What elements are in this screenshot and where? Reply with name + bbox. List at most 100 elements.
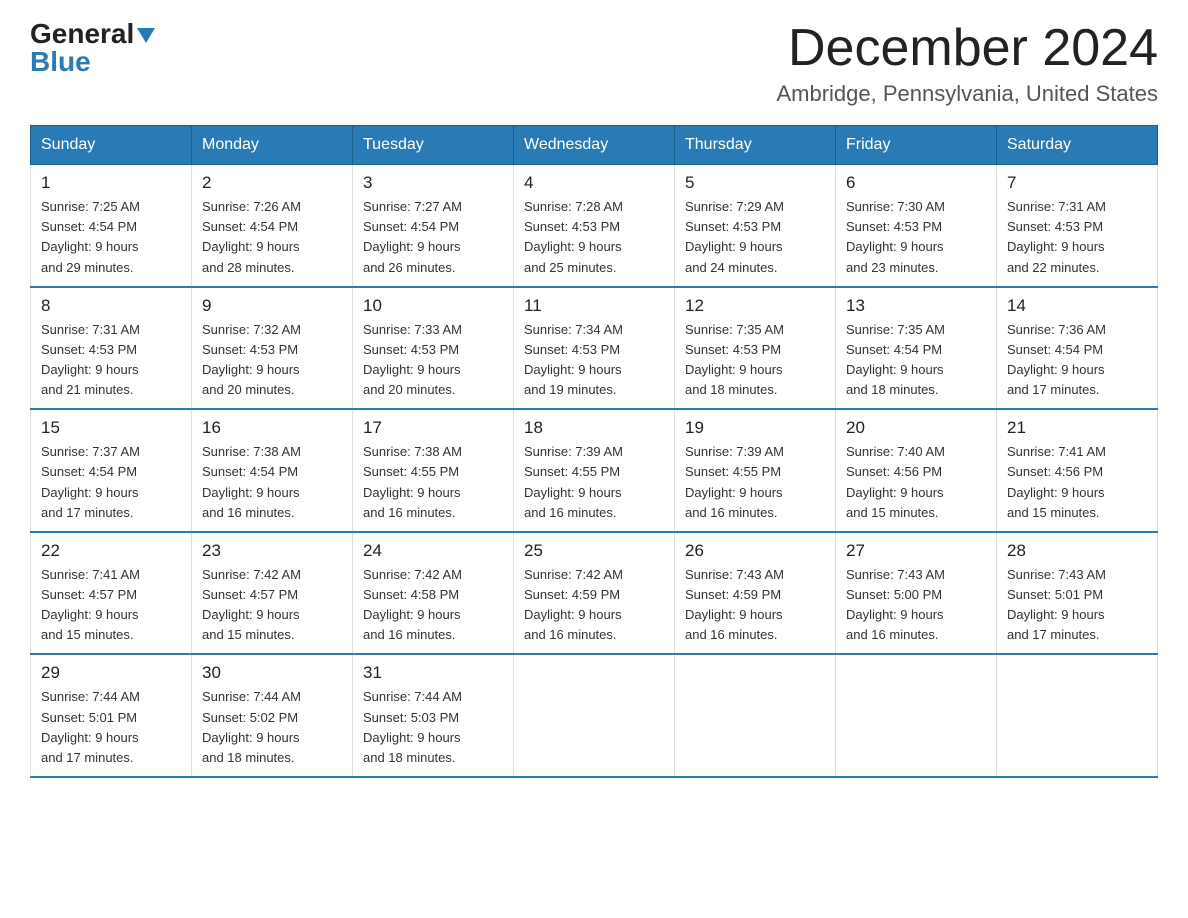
calendar-cell: 5Sunrise: 7:29 AMSunset: 4:53 PMDaylight… xyxy=(675,165,836,287)
location-title: Ambridge, Pennsylvania, United States xyxy=(776,81,1158,107)
calendar-cell: 3Sunrise: 7:27 AMSunset: 4:54 PMDaylight… xyxy=(353,165,514,287)
day-number: 2 xyxy=(202,173,342,193)
day-number: 16 xyxy=(202,418,342,438)
day-number: 11 xyxy=(524,296,664,316)
day-info: Sunrise: 7:43 AMSunset: 5:00 PMDaylight:… xyxy=(846,565,986,646)
header-day-thursday: Thursday xyxy=(675,126,836,165)
day-number: 24 xyxy=(363,541,503,561)
day-info: Sunrise: 7:30 AMSunset: 4:53 PMDaylight:… xyxy=(846,197,986,278)
day-info: Sunrise: 7:35 AMSunset: 4:54 PMDaylight:… xyxy=(846,320,986,401)
header-day-sunday: Sunday xyxy=(31,126,192,165)
calendar-cell: 16 Sunrise: 7:38 AMSunset: 4:54 PMDayligh… xyxy=(192,409,353,532)
week-row-2: 8 Sunrise: 7:31 AMSunset: 4:53 PMDaylight… xyxy=(31,287,1158,410)
day-number: 23 xyxy=(202,541,342,561)
day-number: 29 xyxy=(41,663,181,683)
month-title: December 2024 xyxy=(776,20,1158,77)
day-info: Sunrise: 7:44 AMSunset: 5:03 PMDaylight:… xyxy=(363,687,503,768)
calendar-cell: 21 Sunrise: 7:41 AMSunset: 4:56 PMDayligh… xyxy=(997,409,1158,532)
logo-blue: Blue xyxy=(30,48,155,76)
calendar-cell: 19 Sunrise: 7:39 AMSunset: 4:55 PMDayligh… xyxy=(675,409,836,532)
header-row: SundayMondayTuesdayWednesdayThursdayFrid… xyxy=(31,126,1158,165)
calendar-cell: 18 Sunrise: 7:39 AMSunset: 4:55 PMDayligh… xyxy=(514,409,675,532)
calendar-cell: 13 Sunrise: 7:35 AMSunset: 4:54 PMDayligh… xyxy=(836,287,997,410)
day-number: 17 xyxy=(363,418,503,438)
calendar-cell: 4 Sunrise: 7:28 AMSunset: 4:53 PMDaylight… xyxy=(514,165,675,287)
header-day-friday: Friday xyxy=(836,126,997,165)
day-info: Sunrise: 7:29 AMSunset: 4:53 PMDaylight:… xyxy=(685,197,825,278)
calendar-header: SundayMondayTuesdayWednesdayThursdayFrid… xyxy=(31,126,1158,165)
day-number: 12 xyxy=(685,296,825,316)
calendar-cell: 17 Sunrise: 7:38 AMSunset: 4:55 PMDayligh… xyxy=(353,409,514,532)
day-number: 28 xyxy=(1007,541,1147,561)
day-info: Sunrise: 7:31 AMSunset: 4:53 PMDaylight:… xyxy=(41,320,181,401)
logo-general: General xyxy=(30,20,134,48)
day-info: Sunrise: 7:31 AMSunset: 4:53 PMDaylight:… xyxy=(1007,197,1147,278)
day-info: Sunrise: 7:43 AMSunset: 4:59 PMDaylight:… xyxy=(685,565,825,646)
day-number: 30 xyxy=(202,663,342,683)
day-number: 25 xyxy=(524,541,664,561)
day-info: Sunrise: 7:33 AMSunset: 4:53 PMDaylight:… xyxy=(363,320,503,401)
day-info: Sunrise: 7:26 AMSunset: 4:54 PMDaylight:… xyxy=(202,197,342,278)
day-info: Sunrise: 7:41 AMSunset: 4:57 PMDaylight:… xyxy=(41,565,181,646)
week-row-3: 15 Sunrise: 7:37 AMSunset: 4:54 PMDayligh… xyxy=(31,409,1158,532)
logo-arrow-icon xyxy=(137,28,155,43)
day-info: Sunrise: 7:27 AMSunset: 4:54 PMDaylight:… xyxy=(363,197,503,278)
day-info: Sunrise: 7:32 AMSunset: 4:53 PMDaylight:… xyxy=(202,320,342,401)
day-info: Sunrise: 7:28 AMSunset: 4:53 PMDaylight:… xyxy=(524,197,664,278)
day-info: Sunrise: 7:40 AMSunset: 4:56 PMDaylight:… xyxy=(846,442,986,523)
day-number: 31 xyxy=(363,663,503,683)
calendar-cell: 25 Sunrise: 7:42 AMSunset: 4:59 PMDayligh… xyxy=(514,532,675,655)
calendar-cell xyxy=(675,654,836,777)
day-number: 13 xyxy=(846,296,986,316)
day-info: Sunrise: 7:41 AMSunset: 4:56 PMDaylight:… xyxy=(1007,442,1147,523)
header-day-tuesday: Tuesday xyxy=(353,126,514,165)
day-info: Sunrise: 7:38 AMSunset: 4:55 PMDaylight:… xyxy=(363,442,503,523)
day-number: 4 xyxy=(524,173,664,193)
day-number: 18 xyxy=(524,418,664,438)
logo: General Blue xyxy=(30,20,155,76)
calendar-cell: 27 Sunrise: 7:43 AMSunset: 5:00 PMDayligh… xyxy=(836,532,997,655)
day-number: 1 xyxy=(41,173,181,193)
day-info: Sunrise: 7:42 AMSunset: 4:59 PMDaylight:… xyxy=(524,565,664,646)
calendar-cell xyxy=(836,654,997,777)
day-number: 7 xyxy=(1007,173,1147,193)
calendar-cell xyxy=(514,654,675,777)
calendar-cell: 8 Sunrise: 7:31 AMSunset: 4:53 PMDaylight… xyxy=(31,287,192,410)
day-number: 14 xyxy=(1007,296,1147,316)
calendar-cell: 14 Sunrise: 7:36 AMSunset: 4:54 PMDayligh… xyxy=(997,287,1158,410)
day-number: 9 xyxy=(202,296,342,316)
week-row-1: 1 Sunrise: 7:25 AMSunset: 4:54 PMDaylight… xyxy=(31,165,1158,287)
header-day-monday: Monday xyxy=(192,126,353,165)
day-info: Sunrise: 7:38 AMSunset: 4:54 PMDaylight:… xyxy=(202,442,342,523)
day-info: Sunrise: 7:39 AMSunset: 4:55 PMDaylight:… xyxy=(524,442,664,523)
day-info: Sunrise: 7:39 AMSunset: 4:55 PMDaylight:… xyxy=(685,442,825,523)
header-day-saturday: Saturday xyxy=(997,126,1158,165)
day-number: 15 xyxy=(41,418,181,438)
day-number: 19 xyxy=(685,418,825,438)
calendar-table: SundayMondayTuesdayWednesdayThursdayFrid… xyxy=(30,125,1158,778)
day-number: 27 xyxy=(846,541,986,561)
day-info: Sunrise: 7:42 AMSunset: 4:58 PMDaylight:… xyxy=(363,565,503,646)
calendar-cell: 30 Sunrise: 7:44 AMSunset: 5:02 PMDayligh… xyxy=(192,654,353,777)
week-row-4: 22Sunrise: 7:41 AMSunset: 4:57 PMDayligh… xyxy=(31,532,1158,655)
header-day-wednesday: Wednesday xyxy=(514,126,675,165)
calendar-cell: 26Sunrise: 7:43 AMSunset: 4:59 PMDayligh… xyxy=(675,532,836,655)
calendar-cell: 1 Sunrise: 7:25 AMSunset: 4:54 PMDaylight… xyxy=(31,165,192,287)
calendar-cell: 9 Sunrise: 7:32 AMSunset: 4:53 PMDaylight… xyxy=(192,287,353,410)
calendar-cell: 7 Sunrise: 7:31 AMSunset: 4:53 PMDaylight… xyxy=(997,165,1158,287)
day-info: Sunrise: 7:25 AMSunset: 4:54 PMDaylight:… xyxy=(41,197,181,278)
day-number: 8 xyxy=(41,296,181,316)
calendar-cell: 6 Sunrise: 7:30 AMSunset: 4:53 PMDaylight… xyxy=(836,165,997,287)
day-number: 6 xyxy=(846,173,986,193)
calendar-cell: 31 Sunrise: 7:44 AMSunset: 5:03 PMDayligh… xyxy=(353,654,514,777)
week-row-5: 29Sunrise: 7:44 AMSunset: 5:01 PMDayligh… xyxy=(31,654,1158,777)
calendar-cell: 12Sunrise: 7:35 AMSunset: 4:53 PMDayligh… xyxy=(675,287,836,410)
calendar-cell: 11Sunrise: 7:34 AMSunset: 4:53 PMDayligh… xyxy=(514,287,675,410)
day-info: Sunrise: 7:37 AMSunset: 4:54 PMDaylight:… xyxy=(41,442,181,523)
calendar-cell: 2 Sunrise: 7:26 AMSunset: 4:54 PMDaylight… xyxy=(192,165,353,287)
day-info: Sunrise: 7:44 AMSunset: 5:02 PMDaylight:… xyxy=(202,687,342,768)
title-block: December 2024 Ambridge, Pennsylvania, Un… xyxy=(776,20,1158,107)
calendar-cell: 22Sunrise: 7:41 AMSunset: 4:57 PMDayligh… xyxy=(31,532,192,655)
day-number: 21 xyxy=(1007,418,1147,438)
day-info: Sunrise: 7:36 AMSunset: 4:54 PMDaylight:… xyxy=(1007,320,1147,401)
